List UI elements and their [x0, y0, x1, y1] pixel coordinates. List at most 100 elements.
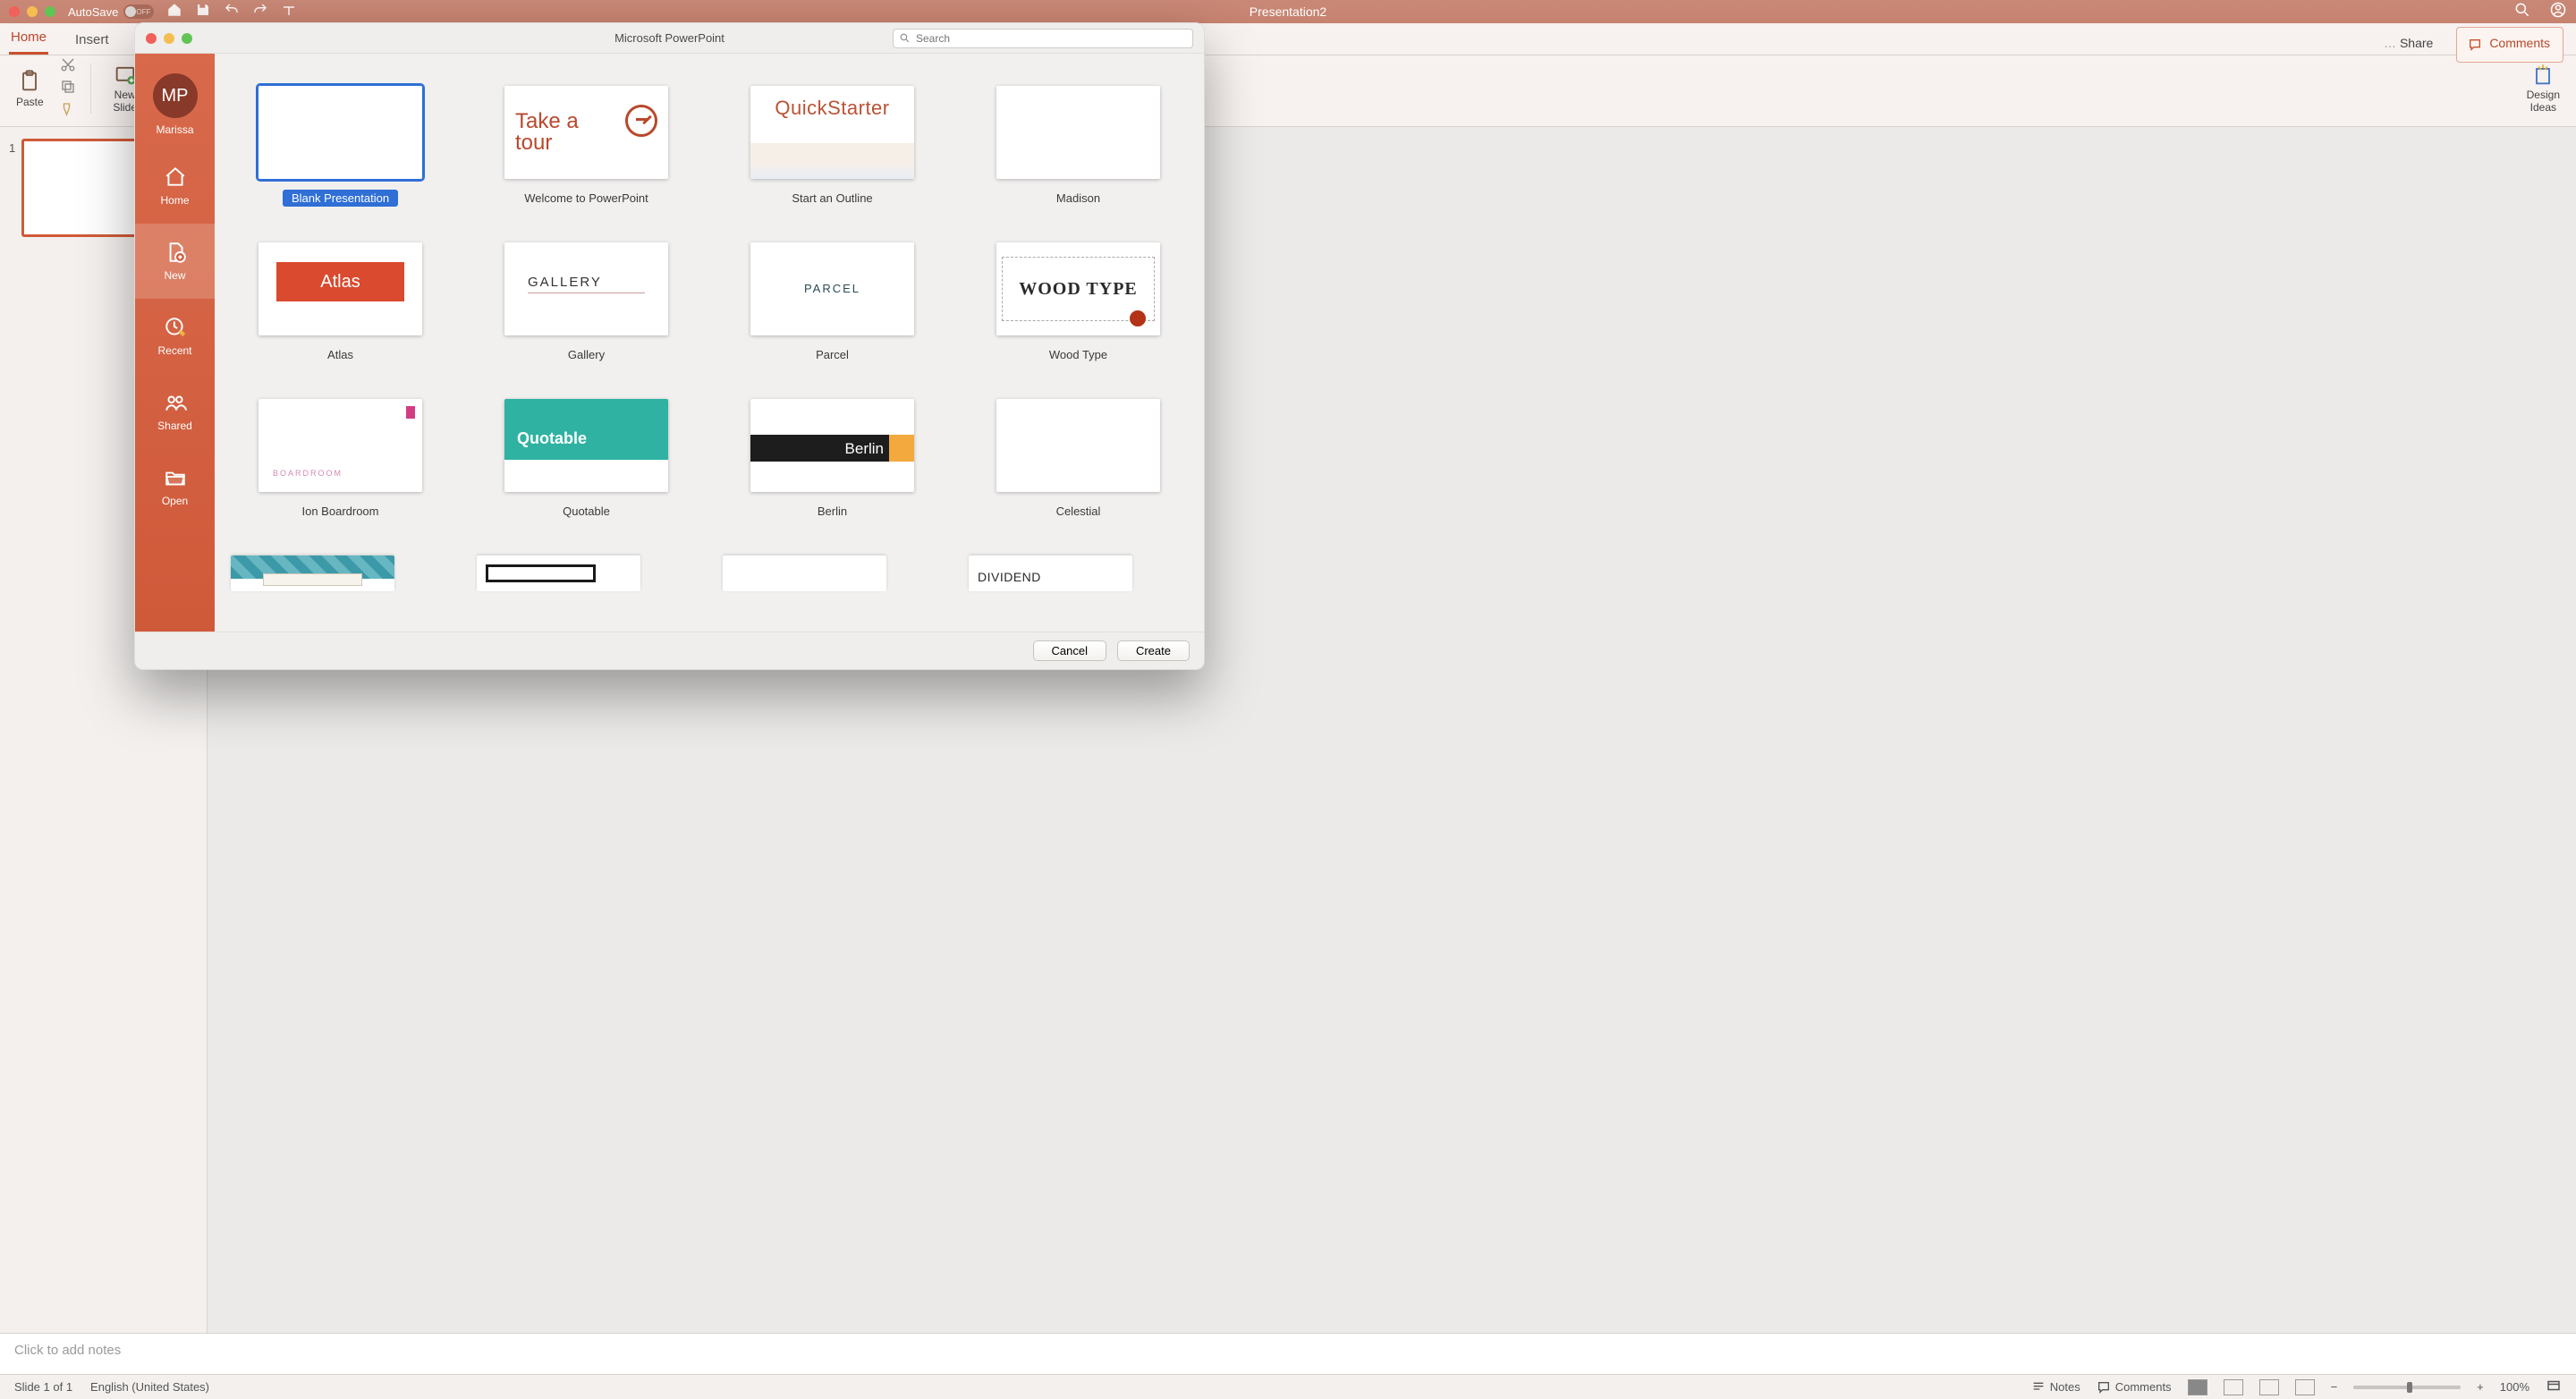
template-label: Ion Boardroom: [293, 503, 388, 520]
template-madison[interactable]: Madison Madison: [969, 86, 1188, 207]
quick-access-toolbar: [166, 2, 297, 22]
reading-view-icon[interactable]: [2259, 1379, 2279, 1395]
sidebar-item-home[interactable]: Home: [135, 148, 215, 224]
sidebar-item-label: Open: [162, 495, 188, 507]
copy-icon[interactable]: [60, 79, 76, 98]
notes-toggle[interactable]: Notes: [2031, 1380, 2080, 1395]
dialog-window-controls[interactable]: [146, 33, 192, 44]
template-label: Blank Presentation: [283, 190, 398, 207]
template-label: Atlas: [318, 346, 362, 363]
clock-alert-icon: [164, 316, 187, 339]
zoom-percent[interactable]: 100%: [2500, 1380, 2529, 1394]
template-parcel[interactable]: PARCEL Parcel: [723, 242, 942, 363]
template-label: Madison: [1047, 190, 1109, 207]
create-button[interactable]: Create: [1117, 640, 1190, 661]
template-frame[interactable]: Frame: [477, 555, 696, 591]
template-label: Quotable: [554, 503, 619, 520]
sidebar-item-label: Shared: [157, 420, 192, 432]
template-label: Gallery: [559, 346, 614, 363]
fit-to-window-icon[interactable]: [2546, 1378, 2562, 1396]
template-dividend[interactable]: DIVIDEND Dividend: [969, 555, 1188, 591]
normal-view-icon[interactable]: [2188, 1379, 2207, 1395]
template-celestial[interactable]: CELESTIAL Celestial: [969, 399, 1188, 520]
template-berlin[interactable]: Berlin Berlin: [723, 399, 942, 520]
template-gallery[interactable]: GALLERY Gallery: [477, 242, 696, 363]
template-label: Wood Type: [1040, 346, 1116, 363]
autosave-label: AutoSave: [68, 5, 118, 19]
tab-home[interactable]: Home: [9, 26, 48, 55]
titlebar-account-icon[interactable]: [2549, 1, 2567, 23]
language-indicator[interactable]: English (United States): [90, 1380, 209, 1394]
cancel-button[interactable]: Cancel: [1033, 640, 1106, 661]
dialog-close-icon[interactable]: [146, 33, 157, 44]
template-organic[interactable]: Organic: [231, 555, 450, 591]
design-ideas-button[interactable]: Design Ideas: [2520, 63, 2567, 113]
template-atlas[interactable]: Atlas Atlas: [231, 242, 450, 363]
sidebar-item-recent[interactable]: Recent: [135, 299, 215, 374]
template-label: Start an Outline: [783, 190, 881, 207]
dialog-sidebar: MP Marissa Home New Recent Shared Open: [135, 54, 215, 632]
template-search-input[interactable]: [916, 32, 1187, 45]
home-icon: [164, 165, 187, 189]
template-blank[interactable]: Blank Presentation: [231, 86, 450, 207]
template-woodtype[interactable]: WOOD TYPE Wood Type: [969, 242, 1188, 363]
cut-icon[interactable]: [60, 56, 76, 75]
template-outline[interactable]: QuickStarter Start an Outline: [723, 86, 942, 207]
zoom-slider[interactable]: [2353, 1386, 2461, 1389]
template-label: Berlin: [809, 503, 856, 520]
titlebar-search-icon[interactable]: [2513, 1, 2531, 23]
slide-number: 1: [9, 141, 15, 236]
notes-pane[interactable]: Click to add notes: [0, 1333, 2576, 1374]
comments-button[interactable]: Comments: [2456, 27, 2563, 63]
share-button[interactable]: …Share: [2380, 32, 2436, 57]
sidebar-item-shared[interactable]: Shared: [135, 374, 215, 449]
close-window-icon[interactable]: [9, 6, 20, 17]
minimize-window-icon[interactable]: [27, 6, 38, 17]
fullscreen-window-icon[interactable]: [45, 6, 55, 17]
document-title: Presentation2: [0, 4, 2576, 19]
autosave-switch[interactable]: OFF: [123, 4, 154, 19]
slideshow-view-icon[interactable]: [2295, 1379, 2315, 1395]
template-label: Welcome to PowerPoint: [515, 190, 657, 207]
dialog-zoom-icon[interactable]: [182, 33, 192, 44]
dialog-footer: Cancel Create: [135, 632, 1204, 669]
qat-save-icon[interactable]: [195, 2, 211, 22]
template-label: Parcel: [807, 346, 858, 363]
template-welcome[interactable]: Take a tour Welcome to PowerPoint: [477, 86, 696, 207]
new-presentation-dialog: Microsoft PowerPoint MP Marissa Home New…: [134, 22, 1205, 670]
zoom-in-icon[interactable]: +: [2477, 1380, 2484, 1394]
qat-redo-icon[interactable]: [252, 2, 268, 22]
paste-button[interactable]: Paste: [9, 69, 51, 108]
sidebar-item-new[interactable]: New: [135, 224, 215, 299]
zoom-out-icon[interactable]: −: [2331, 1380, 2338, 1394]
tab-insert[interactable]: Insert: [73, 29, 111, 55]
comments-toggle[interactable]: Comments: [2097, 1380, 2172, 1395]
dialog-titlebar: Microsoft PowerPoint: [135, 23, 1204, 54]
template-ion[interactable]: IONBOARDROOM Ion Boardroom: [231, 399, 450, 520]
status-bar: Slide 1 of 1 English (United States) Not…: [0, 1374, 2576, 1399]
sidebar-item-label: New: [164, 269, 185, 282]
sorter-view-icon[interactable]: [2224, 1379, 2243, 1395]
dialog-minimize-icon[interactable]: [164, 33, 174, 44]
folder-open-icon: [164, 466, 187, 489]
qat-home-icon[interactable]: [166, 2, 182, 22]
template-label: Celestial: [1047, 503, 1110, 520]
window-controls[interactable]: [9, 6, 55, 17]
qat-undo-icon[interactable]: [224, 2, 240, 22]
slide-counter[interactable]: Slide 1 of 1: [14, 1380, 72, 1394]
template-circuit[interactable]: CIRCUIT Circuit: [723, 555, 942, 591]
sidebar-item-open[interactable]: Open: [135, 449, 215, 524]
sidebar-item-label: Home: [160, 194, 189, 207]
notes-placeholder: Click to add notes: [14, 1343, 121, 1358]
template-quotable[interactable]: Quotable Quotable: [477, 399, 696, 520]
template-search[interactable]: [893, 29, 1193, 48]
user-name: Marissa: [135, 123, 215, 136]
template-gallery: Blank Presentation Take a tour Welcome t…: [215, 54, 1204, 632]
app-titlebar: AutoSave OFF Presentation2: [0, 0, 2576, 23]
format-painter-icon[interactable]: [60, 101, 76, 120]
sidebar-item-label: Recent: [157, 344, 191, 357]
user-avatar[interactable]: MP: [153, 73, 198, 118]
people-icon: [164, 391, 187, 414]
autosave-toggle[interactable]: AutoSave OFF: [68, 4, 154, 19]
qat-customize-icon[interactable]: [281, 2, 297, 22]
